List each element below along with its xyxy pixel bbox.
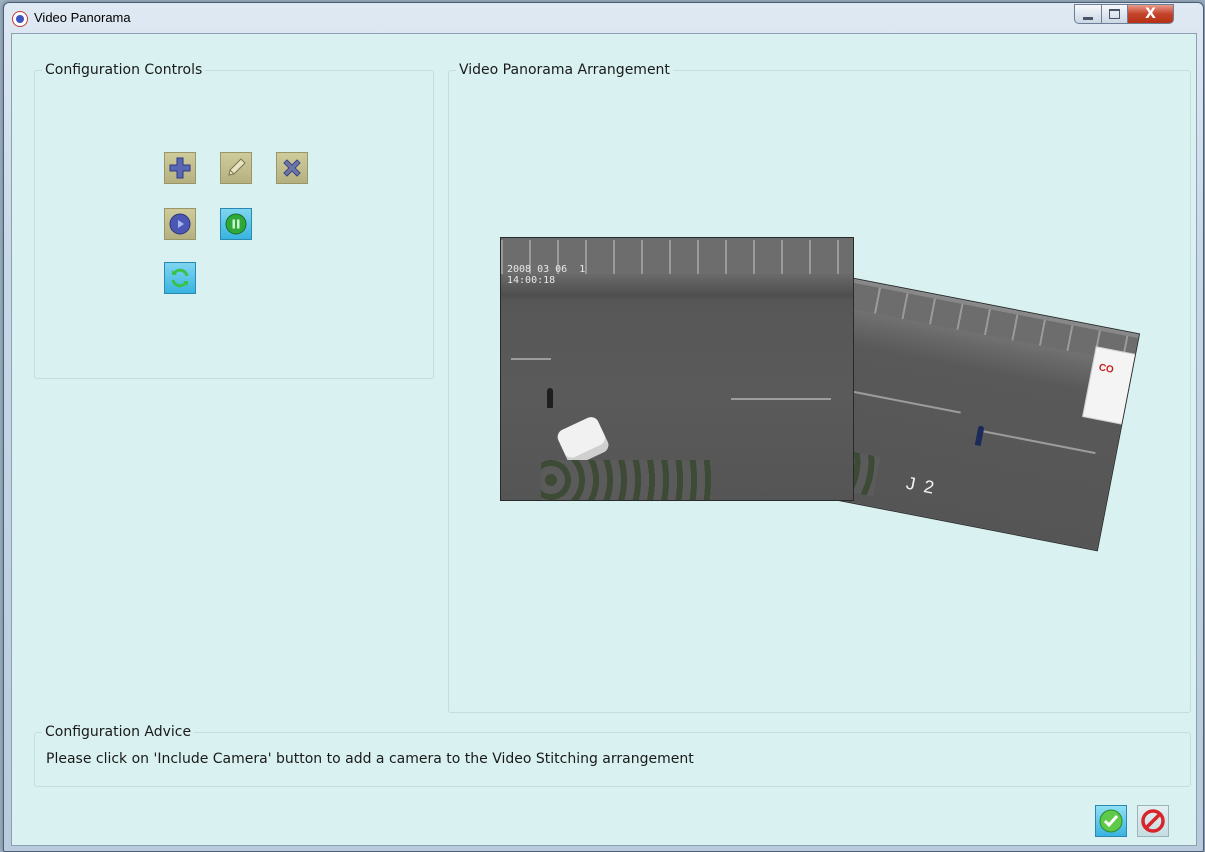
- edit-camera-button[interactable]: [220, 152, 252, 184]
- play-icon: [169, 213, 191, 235]
- minimize-icon: [1083, 16, 1093, 20]
- prohibited-icon: [1141, 809, 1165, 833]
- configuration-advice-text: Please click on 'Include Camera' button …: [46, 751, 694, 767]
- camera-view-1[interactable]: 2008 03 06 1 14:00:18: [500, 237, 854, 501]
- minimize-button[interactable]: [1074, 4, 1102, 24]
- pedestrian: [547, 388, 553, 408]
- pause-icon: [225, 213, 247, 235]
- refresh-icon: [171, 268, 189, 288]
- pedestrian: [974, 425, 985, 447]
- app-icon: [12, 11, 28, 27]
- ok-button[interactable]: [1095, 805, 1127, 837]
- panorama-arrangement-legend: Video Panorama Arrangement: [459, 62, 670, 78]
- lane-marking: [731, 398, 831, 400]
- maximize-button[interactable]: [1101, 4, 1128, 24]
- checkmark-icon: [1099, 809, 1123, 833]
- cancel-button[interactable]: [1137, 805, 1169, 837]
- maximize-icon: [1109, 9, 1120, 19]
- truck-logo: CO: [1097, 362, 1115, 376]
- title-bar[interactable]: Video Panorama X: [4, 3, 1203, 33]
- refresh-button[interactable]: [164, 262, 196, 294]
- camera-timestamp: 2008 03 06 1 14:00:18: [507, 264, 586, 286]
- client-area: Configuration Controls Video Panorama Ar…: [11, 33, 1197, 846]
- x-icon: [283, 159, 301, 177]
- configuration-controls-legend: Configuration Controls: [45, 62, 203, 78]
- include-camera-button[interactable]: [164, 152, 196, 184]
- configuration-advice-legend: Configuration Advice: [45, 724, 192, 740]
- lane-marking: [511, 358, 551, 360]
- window-title: Video Panorama: [34, 10, 131, 25]
- camera-label: J 2: [904, 472, 938, 499]
- lane-marking: [977, 429, 1096, 455]
- shrubs: [541, 460, 711, 500]
- plus-icon: [169, 157, 191, 179]
- window: Video Panorama X Configuration Controls: [3, 2, 1204, 852]
- pencil-icon: [228, 158, 246, 176]
- remove-camera-button[interactable]: [276, 152, 308, 184]
- close-button[interactable]: X: [1127, 4, 1174, 24]
- play-button[interactable]: [164, 208, 196, 240]
- pause-button[interactable]: [220, 208, 252, 240]
